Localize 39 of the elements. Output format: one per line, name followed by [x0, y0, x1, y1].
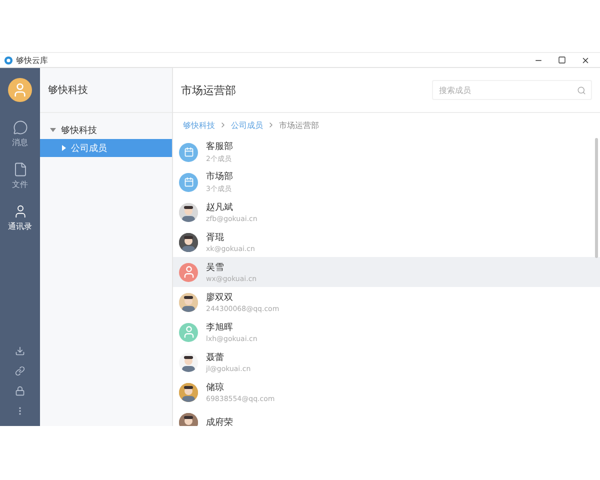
link-icon[interactable] — [15, 366, 25, 376]
member-name: 赵凡斌 — [206, 202, 234, 214]
person-icon — [12, 82, 28, 98]
chevron-icon — [267, 121, 275, 129]
search-icon[interactable] — [577, 86, 586, 95]
close-icon — [581, 56, 590, 64]
search-field[interactable]: 搜索成员 — [432, 80, 592, 100]
window-title: 够快云库 — [16, 54, 49, 66]
person-icon — [12, 204, 28, 219]
member-name: 廖双双 — [206, 292, 234, 304]
download-icon[interactable] — [15, 346, 25, 356]
scrollbar[interactable] — [595, 138, 598, 258]
avatar[interactable] — [8, 78, 32, 102]
cloud-logo-icon — [4, 56, 13, 64]
member-name: 客服部 — [206, 140, 233, 153]
member-name: 成府荣 — [206, 416, 233, 426]
chat-icon — [12, 120, 28, 135]
triangle-icon[interactable] — [50, 128, 56, 132]
department-title: 市场运营部 — [181, 82, 236, 98]
nav-item[interactable]: 文件 — [12, 162, 28, 190]
calendar-icon — [184, 177, 194, 187]
lock-icon[interactable] — [15, 386, 25, 396]
tree-label: 公司成员 — [71, 142, 107, 154]
member-name: 储琼 — [206, 382, 225, 394]
member-name: 吴雪 — [206, 262, 225, 274]
file-icon — [12, 162, 28, 177]
calendar-icon — [184, 147, 194, 157]
nav-item[interactable]: 通讯录 — [8, 204, 32, 232]
member-name: 聂蕾 — [206, 352, 225, 364]
member-name: 市场部 — [206, 170, 233, 183]
nav-item[interactable]: 消息 — [12, 120, 28, 148]
member-name: 胥琨 — [206, 232, 225, 244]
breadcrumb-link[interactable]: 市场运营部 — [279, 120, 319, 130]
maximize-icon — [558, 56, 566, 64]
org-title: 够快科技 — [40, 68, 172, 113]
chevron-icon — [219, 121, 227, 129]
tree-label: 够快科技 — [61, 124, 97, 136]
tree-item[interactable]: 够快科技 — [40, 121, 172, 139]
member-name: 李旭晖 — [206, 322, 234, 334]
